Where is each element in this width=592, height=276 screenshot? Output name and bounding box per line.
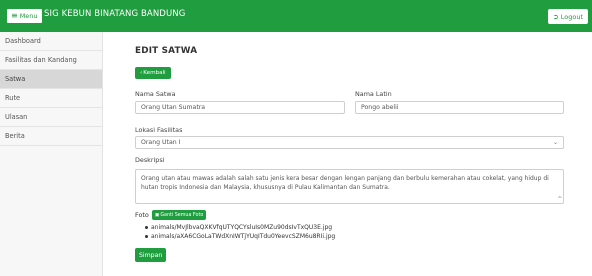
- lokasi-fasilitas-value: Orang Utan I: [141, 139, 181, 146]
- menu-label: Menu: [19, 12, 38, 20]
- nama-satwa-input[interactable]: Orang Utan Sumatra: [135, 101, 345, 114]
- lokasi-fasilitas-label: Lokasi Fasilitas: [135, 126, 183, 134]
- menu-button[interactable]: ≡ Menu: [6, 8, 43, 24]
- back-label: Kembali: [143, 70, 166, 76]
- replace-photos-button[interactable]: ▣ Ganti Semua Foto: [151, 210, 207, 220]
- bullet-icon: [145, 235, 148, 238]
- save-button[interactable]: Simpan: [135, 248, 167, 262]
- lokasi-fasilitas-select[interactable]: Orang Utan I ⌄: [135, 136, 564, 149]
- chevron-down-icon: ⌄: [552, 139, 558, 146]
- hamburger-icon: ≡: [11, 11, 18, 20]
- page-title: EDIT SATWA: [135, 46, 198, 56]
- sidebar-item-fasilitas[interactable]: Fasilitas dan Kandang: [0, 51, 102, 70]
- deskripsi-textarea[interactable]: Orang utan atau mawas adalah salah satu …: [135, 169, 564, 204]
- deskripsi-text: Orang utan atau mawas adalah salah satu …: [141, 175, 549, 191]
- logout-button[interactable]: ➲ Logout: [547, 9, 588, 24]
- top-navbar: ≡ Menu SIG KEBUN BINATANG BANDUNG ➲ Logo…: [0, 0, 592, 32]
- foto-label: Foto: [135, 211, 149, 219]
- sidebar-item-satwa[interactable]: Satwa: [0, 70, 102, 89]
- foto-row: Foto ▣ Ganti Semua Foto: [135, 210, 207, 220]
- logout-icon: ➲: [552, 12, 559, 21]
- sidebar: Dashboard Fasilitas dan Kandang Satwa Ru…: [0, 32, 103, 276]
- photo-file-list: animals/MvJlbvaQXKVfqUTYQCYsluIs0MZu90ds…: [145, 223, 335, 241]
- back-button[interactable]: ‹ Kembali: [135, 67, 171, 79]
- nama-latin-input[interactable]: Pongo abelii: [355, 101, 564, 114]
- deskripsi-label: Deskripsi: [135, 156, 165, 164]
- logout-label: Logout: [560, 12, 583, 21]
- file-name: animals/MvJlbvaQXKVfqUTYQCYsluIs0MZu90ds…: [151, 224, 333, 231]
- bullet-icon: [145, 226, 148, 229]
- chevron-left-icon: ‹: [140, 70, 143, 76]
- image-icon: ▣: [154, 212, 160, 218]
- app-brand[interactable]: SIG KEBUN BINATANG BANDUNG: [44, 9, 185, 19]
- main-content: EDIT SATWA ‹ Kembali Nama Satwa Orang Ut…: [103, 32, 592, 276]
- sidebar-item-dashboard[interactable]: Dashboard: [0, 32, 102, 51]
- list-item: animals/aXA6CGoLaTWdXnIWTjYUqITdu0YeevcS…: [145, 232, 335, 241]
- nama-satwa-label: Nama Satwa: [135, 90, 176, 98]
- replace-photos-label: Ganti Semua Foto: [160, 212, 204, 218]
- sidebar-item-rute[interactable]: Rute: [0, 89, 102, 108]
- nama-latin-label: Nama Latin: [355, 90, 392, 98]
- sidebar-item-berita[interactable]: Berita: [0, 127, 102, 146]
- sidebar-item-ulasan[interactable]: Ulasan: [0, 108, 102, 127]
- file-name: animals/aXA6CGoLaTWdXnIWTjYUqITdu0YeevcS…: [151, 233, 336, 240]
- list-item: animals/MvJlbvaQXKVfqUTYQCYsluIs0MZu90ds…: [145, 223, 335, 232]
- resize-handle-icon[interactable]: ≐: [558, 194, 562, 203]
